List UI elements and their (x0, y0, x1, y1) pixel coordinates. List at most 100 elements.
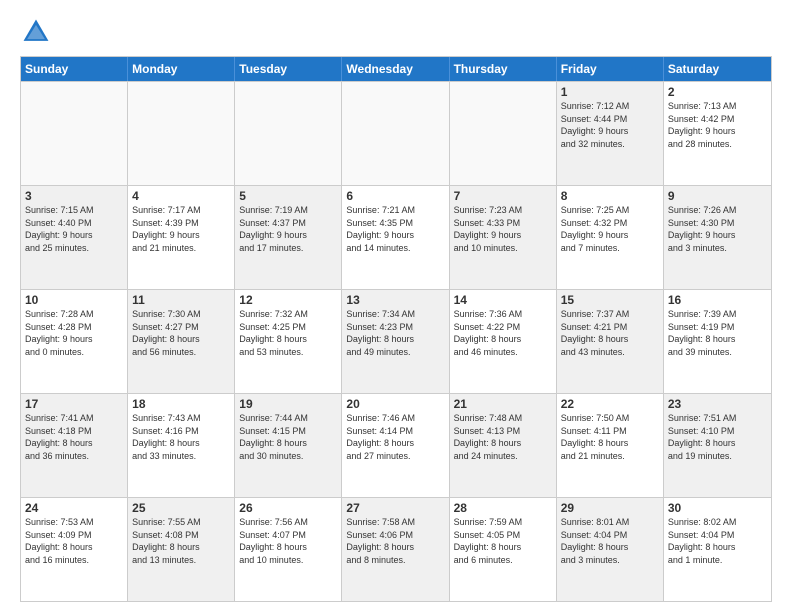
cal-header-day-tuesday: Tuesday (235, 57, 342, 81)
day-number: 17 (25, 397, 123, 411)
cal-cell-23: 23Sunrise: 7:51 AM Sunset: 4:10 PM Dayli… (664, 394, 771, 497)
cal-cell-28: 28Sunrise: 7:59 AM Sunset: 4:05 PM Dayli… (450, 498, 557, 601)
cal-cell-2: 2Sunrise: 7:13 AM Sunset: 4:42 PM Daylig… (664, 82, 771, 185)
cal-cell-9: 9Sunrise: 7:26 AM Sunset: 4:30 PM Daylig… (664, 186, 771, 289)
cal-cell-10: 10Sunrise: 7:28 AM Sunset: 4:28 PM Dayli… (21, 290, 128, 393)
day-info: Sunrise: 7:43 AM Sunset: 4:16 PM Dayligh… (132, 412, 230, 462)
day-info: Sunrise: 7:17 AM Sunset: 4:39 PM Dayligh… (132, 204, 230, 254)
cal-cell-1: 1Sunrise: 7:12 AM Sunset: 4:44 PM Daylig… (557, 82, 664, 185)
day-info: Sunrise: 7:44 AM Sunset: 4:15 PM Dayligh… (239, 412, 337, 462)
cal-cell-19: 19Sunrise: 7:44 AM Sunset: 4:15 PM Dayli… (235, 394, 342, 497)
cal-header-day-monday: Monday (128, 57, 235, 81)
day-info: Sunrise: 7:58 AM Sunset: 4:06 PM Dayligh… (346, 516, 444, 566)
day-number: 3 (25, 189, 123, 203)
day-number: 11 (132, 293, 230, 307)
cal-header-day-friday: Friday (557, 57, 664, 81)
cal-header-day-saturday: Saturday (664, 57, 771, 81)
day-number: 21 (454, 397, 552, 411)
cal-cell-25: 25Sunrise: 7:55 AM Sunset: 4:08 PM Dayli… (128, 498, 235, 601)
day-info: Sunrise: 7:41 AM Sunset: 4:18 PM Dayligh… (25, 412, 123, 462)
cal-cell-empty-0-0 (21, 82, 128, 185)
day-number: 25 (132, 501, 230, 515)
cal-header-day-thursday: Thursday (450, 57, 557, 81)
day-number: 26 (239, 501, 337, 515)
day-info: Sunrise: 7:53 AM Sunset: 4:09 PM Dayligh… (25, 516, 123, 566)
cal-cell-16: 16Sunrise: 7:39 AM Sunset: 4:19 PM Dayli… (664, 290, 771, 393)
day-number: 5 (239, 189, 337, 203)
cal-row-0: 1Sunrise: 7:12 AM Sunset: 4:44 PM Daylig… (21, 81, 771, 185)
cal-cell-17: 17Sunrise: 7:41 AM Sunset: 4:18 PM Dayli… (21, 394, 128, 497)
header (20, 16, 772, 48)
day-info: Sunrise: 7:13 AM Sunset: 4:42 PM Dayligh… (668, 100, 767, 150)
cal-cell-4: 4Sunrise: 7:17 AM Sunset: 4:39 PM Daylig… (128, 186, 235, 289)
day-info: Sunrise: 8:02 AM Sunset: 4:04 PM Dayligh… (668, 516, 767, 566)
cal-header-day-wednesday: Wednesday (342, 57, 449, 81)
cal-cell-5: 5Sunrise: 7:19 AM Sunset: 4:37 PM Daylig… (235, 186, 342, 289)
cal-cell-11: 11Sunrise: 7:30 AM Sunset: 4:27 PM Dayli… (128, 290, 235, 393)
cal-row-4: 24Sunrise: 7:53 AM Sunset: 4:09 PM Dayli… (21, 497, 771, 601)
calendar: SundayMondayTuesdayWednesdayThursdayFrid… (20, 56, 772, 602)
cal-cell-30: 30Sunrise: 8:02 AM Sunset: 4:04 PM Dayli… (664, 498, 771, 601)
cal-cell-15: 15Sunrise: 7:37 AM Sunset: 4:21 PM Dayli… (557, 290, 664, 393)
cal-cell-12: 12Sunrise: 7:32 AM Sunset: 4:25 PM Dayli… (235, 290, 342, 393)
day-info: Sunrise: 7:28 AM Sunset: 4:28 PM Dayligh… (25, 308, 123, 358)
day-number: 16 (668, 293, 767, 307)
day-number: 2 (668, 85, 767, 99)
cal-cell-22: 22Sunrise: 7:50 AM Sunset: 4:11 PM Dayli… (557, 394, 664, 497)
day-info: Sunrise: 7:39 AM Sunset: 4:19 PM Dayligh… (668, 308, 767, 358)
day-info: Sunrise: 7:55 AM Sunset: 4:08 PM Dayligh… (132, 516, 230, 566)
cal-cell-13: 13Sunrise: 7:34 AM Sunset: 4:23 PM Dayli… (342, 290, 449, 393)
day-number: 6 (346, 189, 444, 203)
cal-header-day-sunday: Sunday (21, 57, 128, 81)
day-number: 28 (454, 501, 552, 515)
day-info: Sunrise: 7:19 AM Sunset: 4:37 PM Dayligh… (239, 204, 337, 254)
day-number: 12 (239, 293, 337, 307)
logo-icon (20, 16, 52, 48)
day-info: Sunrise: 7:59 AM Sunset: 4:05 PM Dayligh… (454, 516, 552, 566)
cal-cell-14: 14Sunrise: 7:36 AM Sunset: 4:22 PM Dayli… (450, 290, 557, 393)
day-number: 19 (239, 397, 337, 411)
day-info: Sunrise: 7:36 AM Sunset: 4:22 PM Dayligh… (454, 308, 552, 358)
day-number: 7 (454, 189, 552, 203)
day-number: 30 (668, 501, 767, 515)
day-info: Sunrise: 7:15 AM Sunset: 4:40 PM Dayligh… (25, 204, 123, 254)
day-info: Sunrise: 7:48 AM Sunset: 4:13 PM Dayligh… (454, 412, 552, 462)
day-number: 18 (132, 397, 230, 411)
cal-cell-24: 24Sunrise: 7:53 AM Sunset: 4:09 PM Dayli… (21, 498, 128, 601)
calendar-header: SundayMondayTuesdayWednesdayThursdayFrid… (21, 57, 771, 81)
day-number: 1 (561, 85, 659, 99)
cal-cell-29: 29Sunrise: 8:01 AM Sunset: 4:04 PM Dayli… (557, 498, 664, 601)
cal-cell-21: 21Sunrise: 7:48 AM Sunset: 4:13 PM Dayli… (450, 394, 557, 497)
cal-cell-empty-0-3 (342, 82, 449, 185)
day-number: 27 (346, 501, 444, 515)
cal-cell-6: 6Sunrise: 7:21 AM Sunset: 4:35 PM Daylig… (342, 186, 449, 289)
cal-cell-26: 26Sunrise: 7:56 AM Sunset: 4:07 PM Dayli… (235, 498, 342, 601)
cal-cell-empty-0-1 (128, 82, 235, 185)
day-info: Sunrise: 7:50 AM Sunset: 4:11 PM Dayligh… (561, 412, 659, 462)
cal-cell-27: 27Sunrise: 7:58 AM Sunset: 4:06 PM Dayli… (342, 498, 449, 601)
day-info: Sunrise: 7:46 AM Sunset: 4:14 PM Dayligh… (346, 412, 444, 462)
day-number: 22 (561, 397, 659, 411)
calendar-body: 1Sunrise: 7:12 AM Sunset: 4:44 PM Daylig… (21, 81, 771, 601)
day-info: Sunrise: 7:12 AM Sunset: 4:44 PM Dayligh… (561, 100, 659, 150)
day-number: 20 (346, 397, 444, 411)
cal-cell-7: 7Sunrise: 7:23 AM Sunset: 4:33 PM Daylig… (450, 186, 557, 289)
day-number: 10 (25, 293, 123, 307)
day-number: 9 (668, 189, 767, 203)
day-info: Sunrise: 7:25 AM Sunset: 4:32 PM Dayligh… (561, 204, 659, 254)
day-info: Sunrise: 7:56 AM Sunset: 4:07 PM Dayligh… (239, 516, 337, 566)
day-info: Sunrise: 8:01 AM Sunset: 4:04 PM Dayligh… (561, 516, 659, 566)
day-info: Sunrise: 7:21 AM Sunset: 4:35 PM Dayligh… (346, 204, 444, 254)
day-number: 8 (561, 189, 659, 203)
cal-cell-3: 3Sunrise: 7:15 AM Sunset: 4:40 PM Daylig… (21, 186, 128, 289)
logo (20, 16, 56, 48)
page: SundayMondayTuesdayWednesdayThursdayFrid… (0, 0, 792, 612)
day-info: Sunrise: 7:51 AM Sunset: 4:10 PM Dayligh… (668, 412, 767, 462)
day-number: 15 (561, 293, 659, 307)
cal-cell-empty-0-2 (235, 82, 342, 185)
day-number: 24 (25, 501, 123, 515)
day-number: 14 (454, 293, 552, 307)
cal-row-1: 3Sunrise: 7:15 AM Sunset: 4:40 PM Daylig… (21, 185, 771, 289)
day-info: Sunrise: 7:34 AM Sunset: 4:23 PM Dayligh… (346, 308, 444, 358)
day-number: 23 (668, 397, 767, 411)
